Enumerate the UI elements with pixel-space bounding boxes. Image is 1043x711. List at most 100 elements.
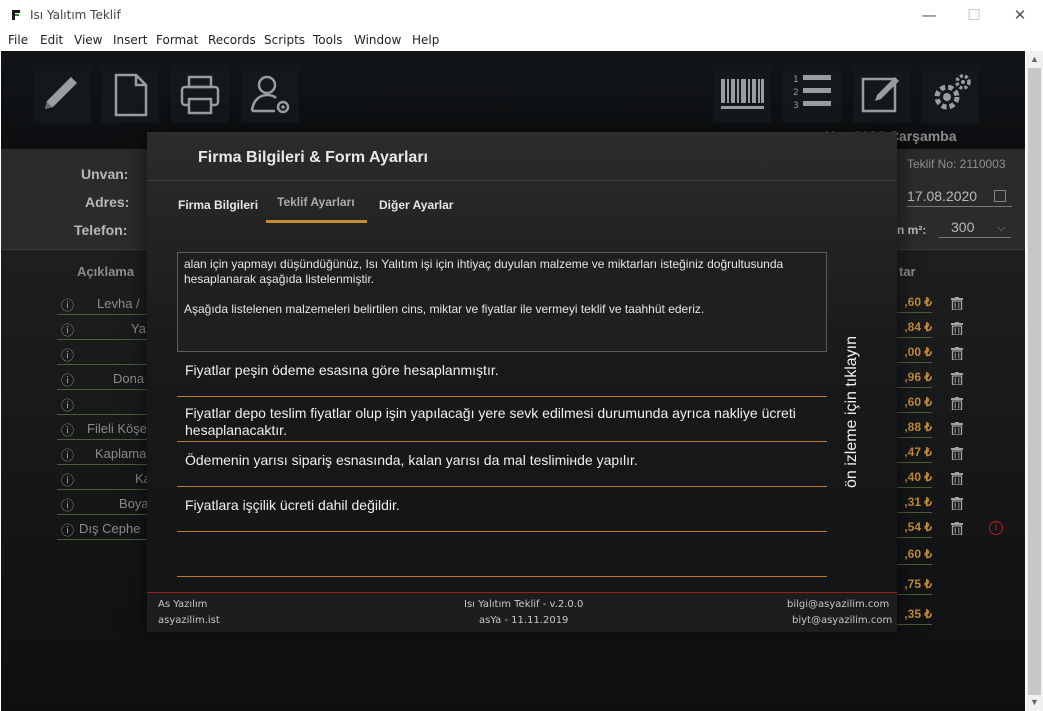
menu-scripts[interactable]: Scripts [264,33,305,47]
edit-tool-button[interactable] [33,65,91,123]
adres-label: Adres: [85,194,130,210]
barcode-icon [721,79,764,109]
condition-field[interactable]: Fiyatlar peşin ödeme esasına göre hesapl… [177,352,827,397]
alert-info-icon[interactable]: i [989,521,1003,535]
menu-window[interactable]: Window [354,33,401,47]
scroll-thumb[interactable] [1028,68,1041,695]
maximize-button[interactable]: ☐ [951,0,997,31]
info-icon[interactable]: ⓘ [61,345,74,364]
divider [147,180,897,181]
menu-tools[interactable]: Tools [313,33,343,47]
total-price: ,35 ₺ [897,603,932,625]
preview-label: ön izleme için tıklayın [843,335,860,489]
calendar-icon[interactable] [994,190,1006,202]
print-button[interactable] [171,65,229,123]
footer-company: As Yazılım [158,599,208,610]
svg-text:1: 1 [793,75,799,85]
info-icon[interactable]: ⓘ [61,445,74,464]
menu-format[interactable]: Format [156,33,198,47]
minimize-button[interactable]: — [906,0,952,31]
table-row[interactable]: ⓘ Levha / [57,293,147,315]
menu-help[interactable]: Help [412,33,439,47]
app-window: Isı Yalıtım Teklif — ☐ ✕ File Edit View … [0,0,1043,711]
trash-icon[interactable] [951,497,963,510]
table-row[interactable]: ⓘ Kaplama [57,443,147,465]
trash-icon[interactable] [951,422,963,435]
table-row[interactable]: ⓘ Boya [57,493,149,515]
row-price: ,31 ₺ [897,491,932,513]
close-button[interactable]: ✕ [997,0,1043,31]
info-icon[interactable]: ⓘ [61,320,74,339]
title-bar: Isı Yalıtım Teklif — ☐ ✕ [0,0,1043,31]
menu-insert[interactable]: Insert [113,33,147,47]
new-document-button[interactable] [101,65,159,123]
main-content: 1 2 3 Çarşamba Unvan: Adres: Telefon: Te… [1,51,1025,711]
trash-icon[interactable] [951,297,963,310]
edit-note-icon [861,77,899,113]
info-icon[interactable]: ⓘ [61,470,74,489]
row-price: ,47 ₺ [897,441,932,463]
barcode-button[interactable] [713,65,771,123]
menu-file[interactable]: File [8,33,28,47]
svg-text:3: 3 [793,101,799,111]
table-row[interactable]: ⓘ Dona [57,368,147,390]
col-aciklama: Açıklama [77,264,135,279]
trash-icon[interactable] [951,322,963,335]
telefon-label: Telefon: [74,222,128,238]
info-icon[interactable]: ⓘ [61,520,74,539]
table-row[interactable]: ⓘ Fileli Köşe [57,418,147,440]
document-icon [114,73,148,117]
preview-button[interactable]: ön izleme için tıklayın [837,322,867,502]
tab-diger-ayarlar[interactable]: Diğer Ayarlar [379,198,453,212]
condition-field[interactable]: Fiyatlar depo teslim fiyatlar olup işin … [177,397,827,442]
edit-note-button[interactable] [853,65,911,123]
table-row[interactable]: ⓘ Ya [57,318,147,340]
row-price: ,60 ₺ [897,391,932,413]
scroll-up-icon[interactable]: ▲ [1030,54,1039,64]
row-price: ,96 ₺ [897,366,932,388]
footer-website: asyazilim.ist [158,615,220,626]
footer-build: asYa - 11.11.2019 [479,615,569,626]
tab-teklif-ayarlari[interactable]: Teklif Ayarları [277,195,355,209]
table-row[interactable]: ⓘ Ka [57,468,151,490]
row-price: ,54 ₺ [897,516,932,538]
trash-icon[interactable] [951,372,963,385]
intro-text-2: Aşağıda listelenen malzemeleri belirtile… [184,302,705,316]
menu-records[interactable]: Records [208,33,256,47]
numbered-list-button[interactable]: 1 2 3 [783,65,841,123]
trash-icon[interactable] [951,472,963,485]
info-icon[interactable]: ⓘ [61,420,74,439]
trash-icon[interactable] [951,347,963,360]
numbered-list-icon: 1 2 3 [793,75,831,111]
intro-textarea[interactable]: alan için yapmayı düşündüğünüz, Isı Yalı… [177,252,827,352]
menu-bar: File Edit View Insert Format Records Scr… [0,31,1043,51]
footer-app-version: Isı Yalıtım Teklif - v.2.0.0 [464,599,584,610]
menu-view[interactable]: View [74,33,102,47]
tab-firma-bilgileri[interactable]: Firma Bilgileri [178,198,258,212]
col-tutar: tar [899,264,916,279]
m2-label: n m²: [897,223,927,237]
chevron-down-icon[interactable]: ⌵ [997,221,1005,235]
info-icon[interactable]: ⓘ [61,370,74,389]
vertical-scrollbar[interactable]: ▲ ▼ [1026,51,1043,711]
unvan-label: Unvan: [81,166,129,182]
trash-icon[interactable] [951,447,963,460]
table-row[interactable]: ⓘ [57,393,147,415]
info-icon[interactable]: ⓘ [61,295,74,314]
condition-field[interactable]: Fiyatlara işçilik ücreti dahil değildir. [177,487,827,532]
table-row[interactable]: ⓘ Dış Cephe [57,518,147,540]
info-icon[interactable]: ⓘ [61,495,74,514]
svg-text:2: 2 [793,88,799,98]
settings-button[interactable] [921,65,979,123]
trash-icon[interactable] [951,522,963,535]
gear-icon [934,74,971,110]
condition-field[interactable]: Ödemenin yarısı sipariş esnasında, kalan… [177,442,827,487]
info-icon[interactable]: ⓘ [61,395,74,414]
menu-edit[interactable]: Edit [40,33,63,47]
condition-field[interactable] [177,532,827,577]
app-logo-icon [12,10,20,20]
trash-icon[interactable] [951,397,963,410]
table-row[interactable]: ⓘ [57,343,147,365]
user-settings-button[interactable] [241,65,299,123]
scroll-down-icon[interactable]: ▼ [1030,697,1039,707]
